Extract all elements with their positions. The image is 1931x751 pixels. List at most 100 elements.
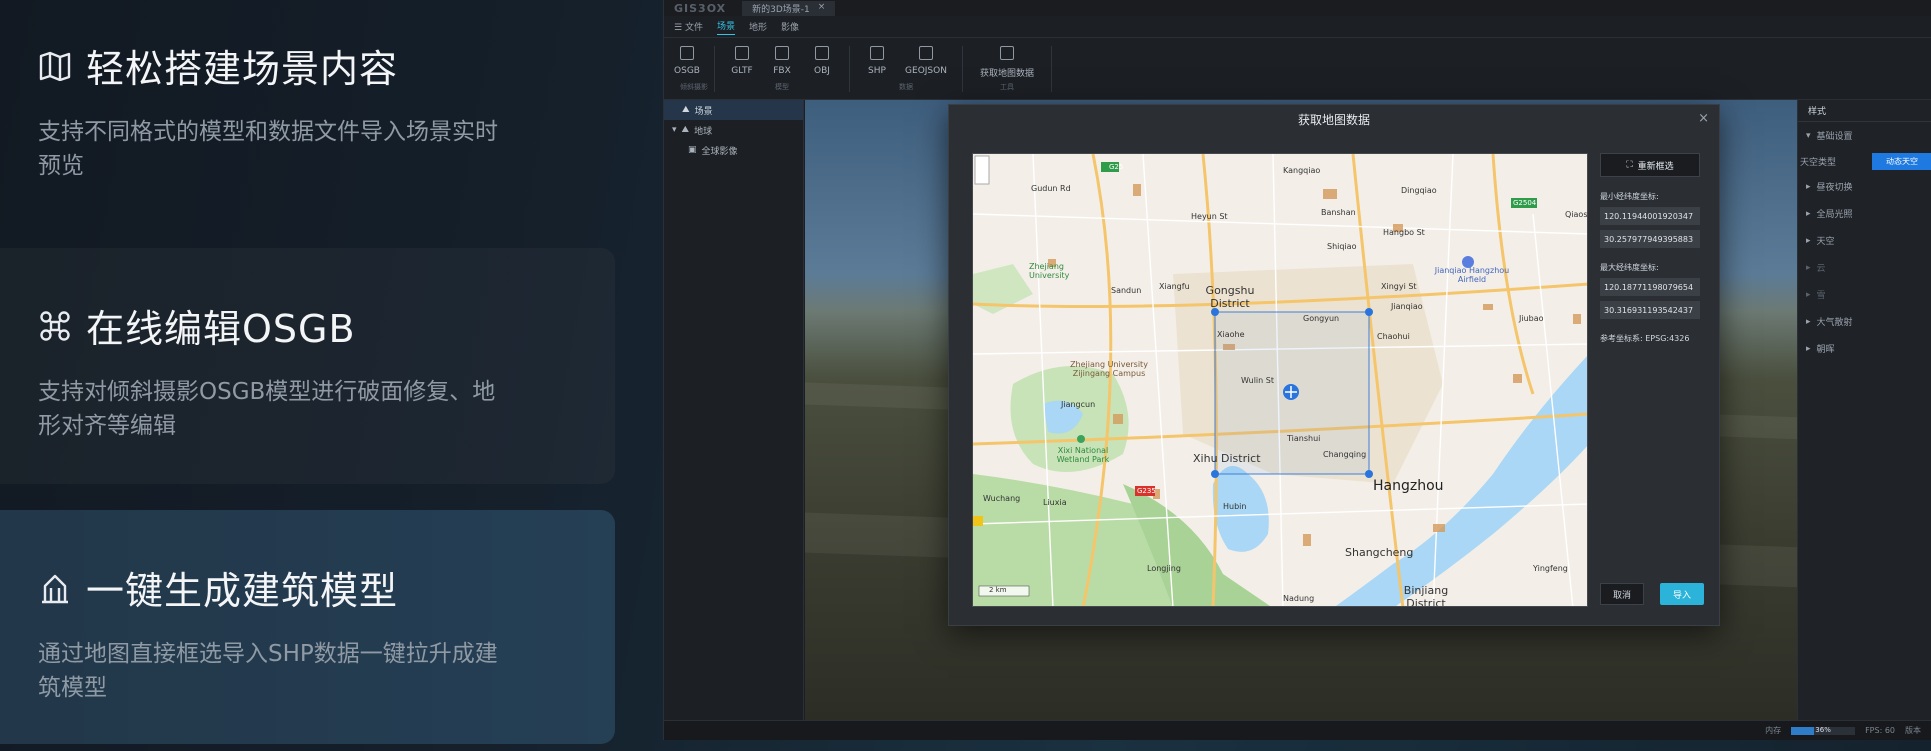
geojson-icon <box>919 46 933 60</box>
dialog-sidebar: ⛶ 重新框选 最小经纬度坐标: 120.11944001920347 30.25… <box>1600 153 1700 344</box>
chevron-down-icon[interactable]: ▾ <box>672 125 677 135</box>
ribbon-group-label: 模型 <box>775 83 789 91</box>
shp-icon <box>870 46 884 60</box>
section-glow[interactable]: ▸ 朝晖 <box>1798 335 1931 362</box>
feature-card-osgb[interactable]: 在线编辑OSGB 支持对倾斜摄影OSGB模型进行破面修复、地形对齐等编辑 <box>0 248 615 484</box>
feature-desc: 支持不同格式的模型和数据文件导入场景实时预览 <box>38 119 498 179</box>
chevron-right-icon: ▸ <box>1806 316 1811 327</box>
layers-icon: ⛰ <box>682 105 690 115</box>
sky-type-label: 天空类型 <box>1800 157 1837 168</box>
map-label: Chaohui <box>1377 332 1410 341</box>
tree-item-global-imagery[interactable]: ▣ 全球影像 <box>664 140 803 160</box>
ribbon-toolbar: OSGB 倾斜摄影 GLTF FBX OBJ 模型 SHP GEOJSON 数据… <box>664 38 1931 100</box>
map-label: Qiaosi <box>1565 210 1588 219</box>
map-canvas <box>973 154 1587 606</box>
section-snow[interactable]: ▸ 雪 <box>1798 281 1931 308</box>
document-tab[interactable]: 新的3D场景-1 × <box>742 0 836 16</box>
map-label: Xixi National Wetland Park <box>1056 446 1110 464</box>
close-icon[interactable]: × <box>1698 111 1709 126</box>
min-lat-field[interactable]: 30.257977949395883 <box>1600 230 1700 248</box>
ribbon-group-label: 工具 <box>1000 83 1014 91</box>
map-label-district: Binjiang District <box>1403 584 1449 607</box>
map-label: G235 <box>1137 487 1156 495</box>
dialog-header: 获取地图数据 × <box>949 105 1719 133</box>
section-cloud[interactable]: ▸ 云 <box>1798 254 1931 281</box>
version-label: 版本 <box>1905 726 1921 735</box>
max-coord-label: 最大经纬度坐标: <box>1600 263 1659 272</box>
map-data-icon <box>1000 46 1014 60</box>
chevron-right-icon: ▸ <box>1806 208 1811 219</box>
dialog-actions: 取消 导入 <box>1600 583 1704 605</box>
map-label: G2504 <box>1513 199 1537 207</box>
map-label: Liuxia <box>1043 498 1067 507</box>
tab-scene[interactable]: 场景 <box>716 19 735 35</box>
menu-bar: ☰ 文件 场景 地形 影像 <box>664 16 1931 38</box>
import-button[interactable]: 导入 <box>1660 583 1704 605</box>
max-lat-field[interactable]: 30.316931193542437 <box>1600 301 1700 319</box>
chevron-right-icon: ▸ <box>1806 235 1811 246</box>
file-menu[interactable]: ☰ 文件 <box>674 20 703 33</box>
ribbon-group-oblique: OSGB 倾斜摄影 <box>674 46 715 92</box>
map-label: Jiangcun <box>1061 400 1096 409</box>
min-lon-field[interactable]: 120.11944001920347 <box>1600 207 1700 225</box>
map-label: Zhejiang University <box>1029 262 1070 280</box>
map-label: G25 <box>1109 163 1124 171</box>
map-label: Hangbo St <box>1383 228 1425 237</box>
scene-tree: ⛰ 场景 ▾ ⛰ 地球 ▣ 全球影像 <box>664 100 804 720</box>
ribbon-group-model: GLTF FBX OBJ 模型 <box>715 46 850 92</box>
reselect-label: 重新框选 <box>1637 161 1674 172</box>
section-sky[interactable]: ▸ 天空 <box>1798 227 1931 254</box>
ribbon-group-label: 倾斜摄影 <box>680 83 708 91</box>
features-panel: 轻松搭建场景内容 支持不同格式的模型和数据文件导入场景实时预览 在线编辑OSGB… <box>0 0 640 751</box>
map-label: Xiangfu <box>1159 282 1190 291</box>
section-day-night[interactable]: ▸ 昼夜切换 <box>1798 173 1931 200</box>
map-label: Tianshui <box>1287 434 1321 443</box>
map-label: Longjing <box>1147 564 1181 573</box>
map-view[interactable]: G25 G2504 G235 2 km Kangqiao Gudun Rd Di… <box>972 153 1588 607</box>
map-scale: 2 km <box>989 586 1007 594</box>
tab-terrain[interactable]: 地形 <box>749 20 767 33</box>
tree-item-earth[interactable]: ▾ ⛰ 地球 <box>664 120 803 140</box>
cancel-button[interactable]: 取消 <box>1600 583 1644 605</box>
crop-icon: ⛶ <box>1626 160 1633 170</box>
fps-readout: FPS: 60 <box>1865 726 1895 735</box>
map-book-icon <box>38 49 72 83</box>
tree-item-scene[interactable]: ⛰ 场景 <box>664 100 803 120</box>
section-global-light[interactable]: ▸ 全局光照 <box>1798 200 1931 227</box>
map-label: Kangqiao <box>1283 166 1321 175</box>
obj-icon <box>815 46 829 60</box>
sky-type-select[interactable]: 动态天空 <box>1872 152 1931 170</box>
chevron-right-icon: ▸ <box>1806 289 1811 300</box>
max-lon-field[interactable]: 120.18771198079654 <box>1600 278 1700 296</box>
memory-label: 内存 <box>1765 726 1782 735</box>
feature-card-scene[interactable]: 轻松搭建场景内容 支持不同格式的模型和数据文件导入场景实时预览 <box>0 0 615 230</box>
feature-desc: 支持对倾斜摄影OSGB模型进行破面修复、地形对齐等编辑 <box>38 379 496 439</box>
title-bar: GIS3OX 新的3D场景-1 × <box>664 0 1931 16</box>
map-label: Changqing <box>1323 450 1367 459</box>
get-map-data-dialog: 获取地图数据 × G25 G2504 G235 2 km Kangqiao Gu… <box>948 104 1720 626</box>
map-label-city: Hangzhou <box>1373 478 1444 494</box>
map-label-district: Gongshu District <box>1205 284 1255 310</box>
close-icon[interactable]: × <box>818 2 826 15</box>
map-label: Heyun St <box>1191 212 1228 221</box>
section-atmosphere[interactable]: ▸ 大气散射 <box>1798 308 1931 335</box>
map-label: Zhejiang University Zijingang Campus <box>1070 360 1148 378</box>
map-label-district: Xihu District <box>1193 452 1261 465</box>
osgb-icon <box>680 46 694 60</box>
crs-label: 参考坐标系: EPSG:4326 <box>1600 334 1690 343</box>
map-label: Gudun Rd <box>1031 184 1071 193</box>
feature-card-building[interactable]: 一键生成建筑模型 通过地图直接框选导入SHP数据一键拉升成建筑模型 <box>0 510 615 744</box>
tab-imagery[interactable]: 影像 <box>781 20 799 33</box>
map-label: Jianqiao Hangzhou Airfield <box>1434 266 1510 284</box>
section-basic[interactable]: ▾ 基础设置 <box>1798 122 1931 149</box>
feature-desc: 通过地图直接框选导入SHP数据一键拉升成建筑模型 <box>38 641 498 701</box>
gltf-icon <box>735 46 749 60</box>
map-label: Shiqiao <box>1327 242 1357 251</box>
image-icon: ▣ <box>688 145 697 155</box>
document-tab-label: 新的3D场景-1 <box>752 4 810 15</box>
min-coord-label: 最小经纬度坐标: <box>1600 192 1659 201</box>
map-label: Dingqiao <box>1401 186 1437 195</box>
map-label: Jiubao <box>1519 314 1544 323</box>
tab-style[interactable]: 样式 <box>1798 100 1931 122</box>
reselect-button[interactable]: ⛶ 重新框选 <box>1600 153 1700 177</box>
